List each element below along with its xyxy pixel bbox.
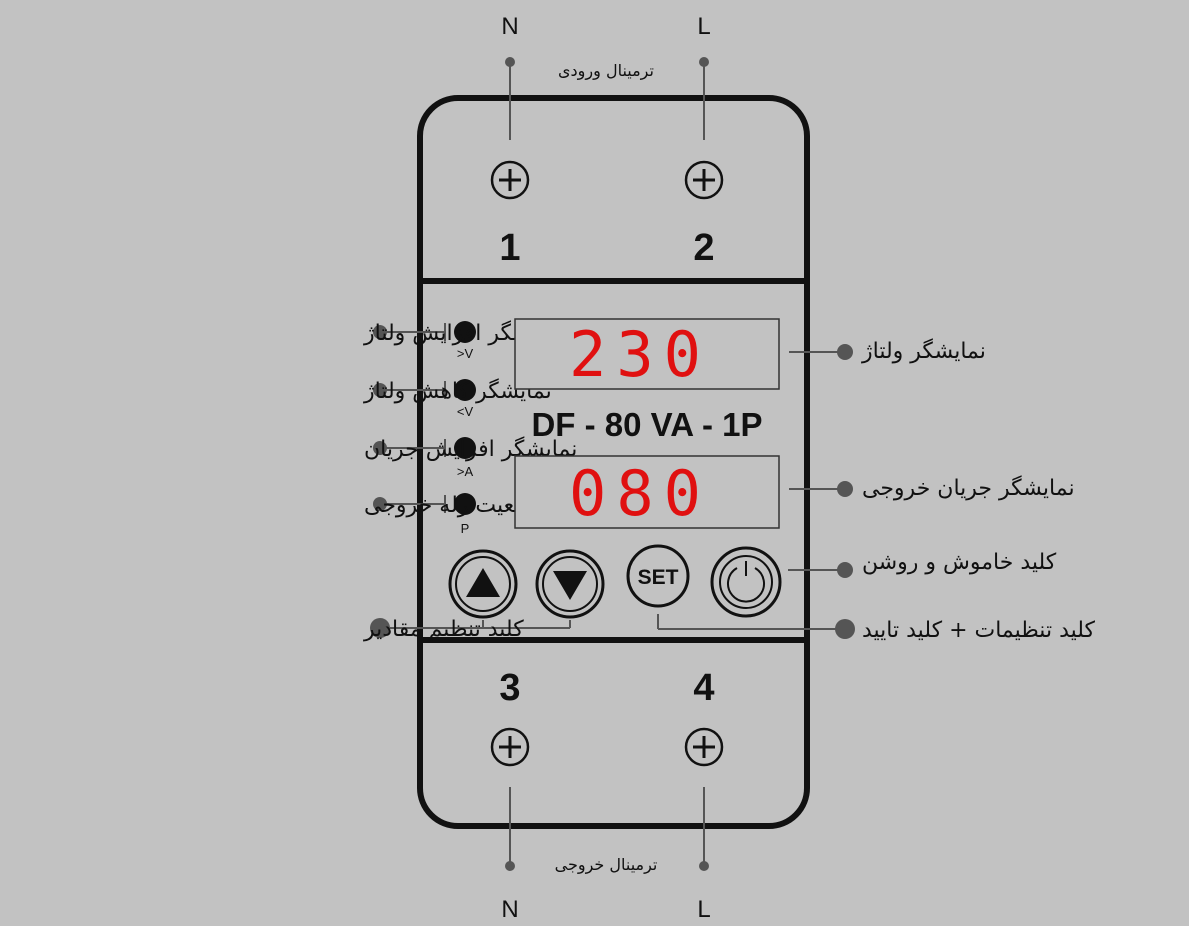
up-button[interactable] [448,549,518,619]
terminal-4-number: 4 [693,667,714,709]
terminal-1-number: 1 [499,227,520,269]
label-power-key: کلید خاموش و روشن [862,550,1057,575]
led-under-voltage-code: <V [457,404,474,419]
output-terminal-title: ترمینال خروجی [555,855,658,875]
label-adjust-keys: کلید تنظیم مقادیر [363,617,524,642]
bottom-l-label: L [697,896,710,923]
led-over-voltage-code: >V [457,346,474,361]
set-button-label: SET [638,566,679,589]
bottom-l-dot [699,861,709,871]
bottom-n-label: N [501,896,518,923]
label-voltage-display: نمایشگر ولتاژ [861,338,986,364]
top-n-label: N [501,13,518,40]
terminal-3-number: 3 [499,667,520,709]
power-button[interactable] [710,546,782,618]
down-button[interactable] [535,549,605,619]
led-over-current-code: >A [457,464,474,479]
set-button[interactable]: SET [626,544,690,608]
terminal-2-number: 2 [693,227,714,269]
bottom-n-dot [505,861,515,871]
label-set-key: کلید تنظیمات + کلید تایید [862,618,1096,643]
relay-diagram: N L ترمینال ورودی 1 2 >V <V >A P نمایشگر… [363,13,1096,923]
label-current-display: نمایشگر جریان خروجی [862,475,1075,501]
current-display-value: 080 [569,457,711,530]
top-l-label: L [697,13,710,40]
model-name: DF - 80 VA - 1P [531,406,762,443]
input-terminal-title: ترمینال ورودی [558,61,654,81]
voltage-display-value: 230 [569,318,711,391]
led-relay-status-code: P [461,521,470,536]
